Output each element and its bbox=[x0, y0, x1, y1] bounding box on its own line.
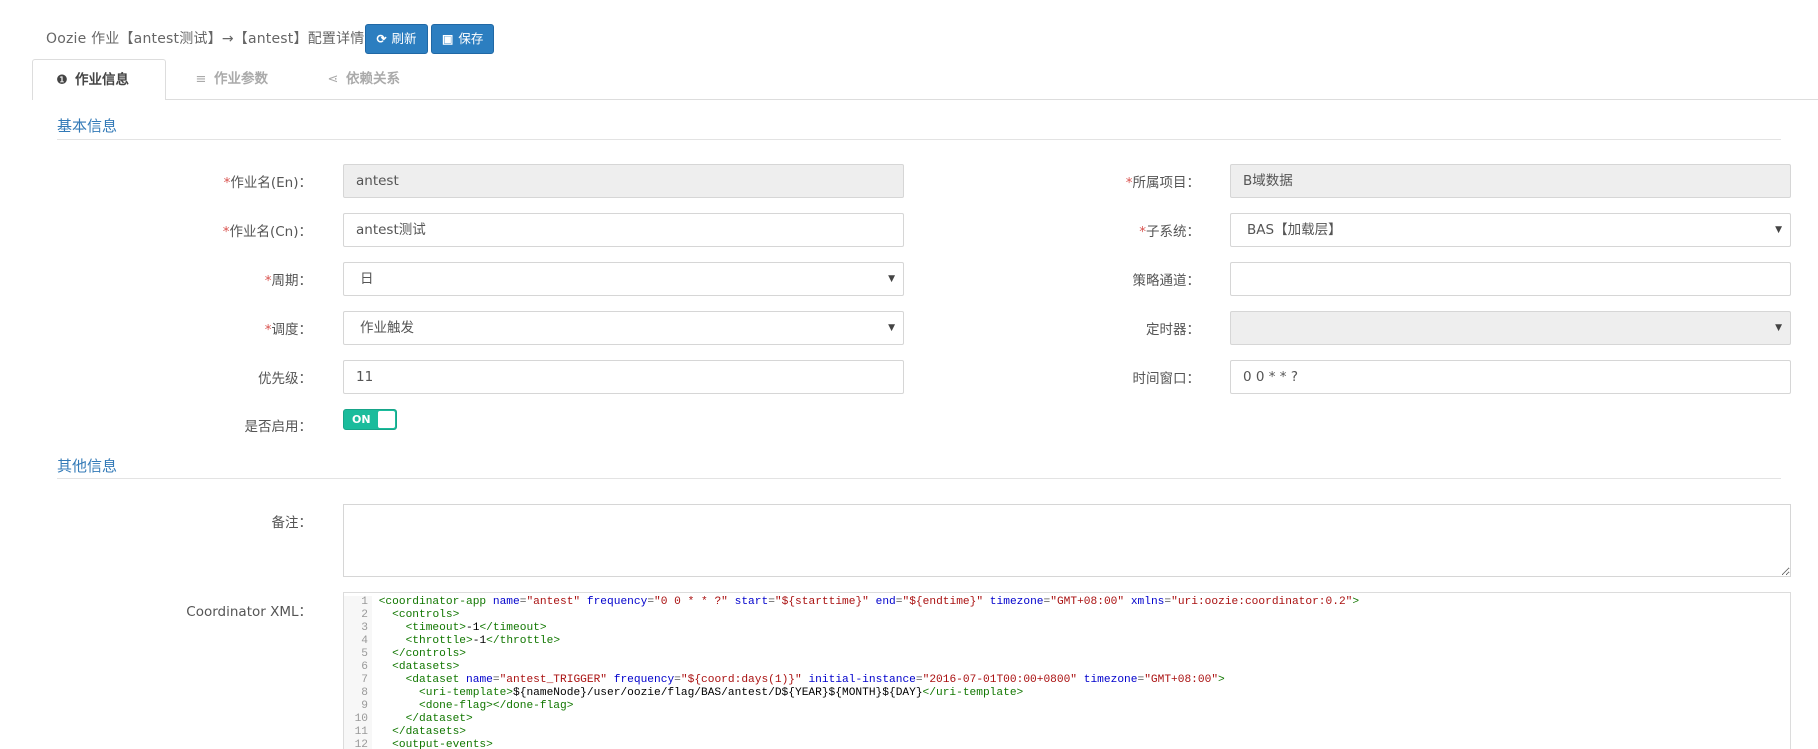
tab-job-info[interactable]: ❶ 作业信息 bbox=[32, 59, 166, 101]
line-number: 6 bbox=[344, 661, 372, 674]
cycle-label: *周期： bbox=[264, 273, 312, 289]
priority-label: 优先级： bbox=[258, 371, 312, 387]
coordinator-xml-label: Coordinator XML： bbox=[186, 604, 312, 620]
code-line: 7 <dataset name="antest_TRIGGER" frequen… bbox=[344, 674, 1225, 687]
tab-label: 作业信息 bbox=[75, 72, 129, 88]
chevron-down-icon: ▼ bbox=[1775, 323, 1782, 333]
code-line: 3 <timeout>-1</timeout> bbox=[344, 622, 547, 635]
strategy-channel-label: 策略通道： bbox=[1132, 273, 1201, 289]
line-number: 1 bbox=[344, 596, 372, 609]
code-line: 10 </dataset> bbox=[344, 713, 473, 726]
section-divider bbox=[57, 478, 1781, 479]
list-icon: ≡ bbox=[195, 72, 207, 87]
page-title: Oozie 作业【antest测试】→【antest】配置详情 bbox=[46, 31, 365, 47]
line-number: 7 bbox=[344, 674, 372, 687]
priority-input[interactable]: 11 bbox=[343, 360, 904, 394]
code-line: 8 <uri-template>${nameNode}/user/oozie/f… bbox=[344, 687, 1023, 700]
save-button[interactable]: ▣ 保存 bbox=[431, 24, 494, 54]
line-number: 4 bbox=[344, 635, 372, 648]
cycle-select[interactable]: 日 ▼ bbox=[343, 262, 904, 296]
time-window-input[interactable]: 0 0 * * ? bbox=[1230, 360, 1791, 394]
subsystem-select[interactable]: BAS【加载层】 ▼ bbox=[1230, 213, 1791, 247]
chevron-down-icon: ▼ bbox=[1775, 225, 1782, 235]
enabled-label: 是否启用： bbox=[244, 419, 313, 435]
refresh-icon: ⟳ bbox=[376, 32, 387, 46]
code-line: 4 <throttle>-1</throttle> bbox=[344, 635, 560, 648]
chevron-down-icon: ▼ bbox=[888, 323, 895, 333]
subsystem-label: *子系统： bbox=[1139, 224, 1200, 240]
toggle-state: ON bbox=[352, 413, 371, 426]
remarks-textarea[interactable] bbox=[343, 504, 1791, 577]
time-window-label: 时间窗口： bbox=[1132, 371, 1201, 387]
code-line: 6 <datasets> bbox=[344, 661, 459, 674]
code-line: 9 <done-flag></done-flag> bbox=[344, 700, 573, 713]
schedule-select[interactable]: 作业触发 ▼ bbox=[343, 311, 904, 345]
line-number: 3 bbox=[344, 622, 372, 635]
tab-bar: ❶ 作业信息 ≡ 作业参数 ⋖ 依赖关系 bbox=[32, 59, 1818, 101]
timer-label: 定时器： bbox=[1146, 322, 1200, 338]
line-number: 5 bbox=[344, 648, 372, 661]
project-label: *所属项目： bbox=[1125, 175, 1200, 191]
info-circle-icon: ❶ bbox=[56, 73, 68, 88]
tab-dependencies[interactable]: ⋖ 依赖关系 bbox=[320, 59, 450, 100]
job-name-cn-input[interactable]: antest测试 bbox=[343, 213, 904, 247]
coordinator-xml-editor[interactable]: 1 <coordinator-app name="antest" frequen… bbox=[343, 592, 1791, 749]
schedule-label: *调度： bbox=[264, 322, 312, 338]
job-name-cn-label: *作业名(Cn)： bbox=[222, 224, 312, 240]
section-divider bbox=[57, 139, 1781, 140]
line-number: 8 bbox=[344, 687, 372, 700]
section-title-other: 其他信息 bbox=[57, 457, 118, 475]
remarks-label: 备注： bbox=[271, 515, 313, 531]
share-icon: ⋖ bbox=[327, 72, 339, 87]
code-line: 12 <output-events> bbox=[344, 739, 493, 749]
tab-label: 作业参数 bbox=[214, 71, 268, 87]
line-number: 11 bbox=[344, 726, 372, 739]
job-name-en-label: *作业名(En)： bbox=[223, 175, 312, 191]
job-name-en-field: antest bbox=[343, 164, 904, 198]
line-number: 9 bbox=[344, 700, 372, 713]
timer-select: ▼ bbox=[1230, 311, 1791, 345]
toggle-knob bbox=[378, 411, 395, 428]
refresh-label: 刷新 bbox=[391, 32, 417, 46]
code-line: 5 </controls> bbox=[344, 648, 466, 661]
chevron-down-icon: ▼ bbox=[888, 274, 895, 284]
section-title-basic: 基本信息 bbox=[57, 117, 118, 135]
save-icon: ▣ bbox=[442, 32, 454, 46]
project-field: B域数据 bbox=[1230, 164, 1791, 198]
line-number: 2 bbox=[344, 609, 372, 622]
save-label: 保存 bbox=[458, 32, 484, 46]
code-line: 2 <controls> bbox=[344, 609, 459, 622]
enabled-toggle[interactable]: ON bbox=[343, 409, 397, 430]
line-number: 12 bbox=[344, 739, 372, 749]
tab-job-params[interactable]: ≡ 作业参数 bbox=[188, 59, 318, 100]
line-number: 10 bbox=[344, 713, 372, 726]
code-line: 11 </datasets> bbox=[344, 726, 466, 739]
strategy-channel-input[interactable] bbox=[1230, 262, 1791, 296]
tab-label: 依赖关系 bbox=[346, 71, 400, 87]
code-line: 1 <coordinator-app name="antest" frequen… bbox=[344, 596, 1359, 609]
refresh-button[interactable]: ⟳ 刷新 bbox=[365, 24, 428, 54]
